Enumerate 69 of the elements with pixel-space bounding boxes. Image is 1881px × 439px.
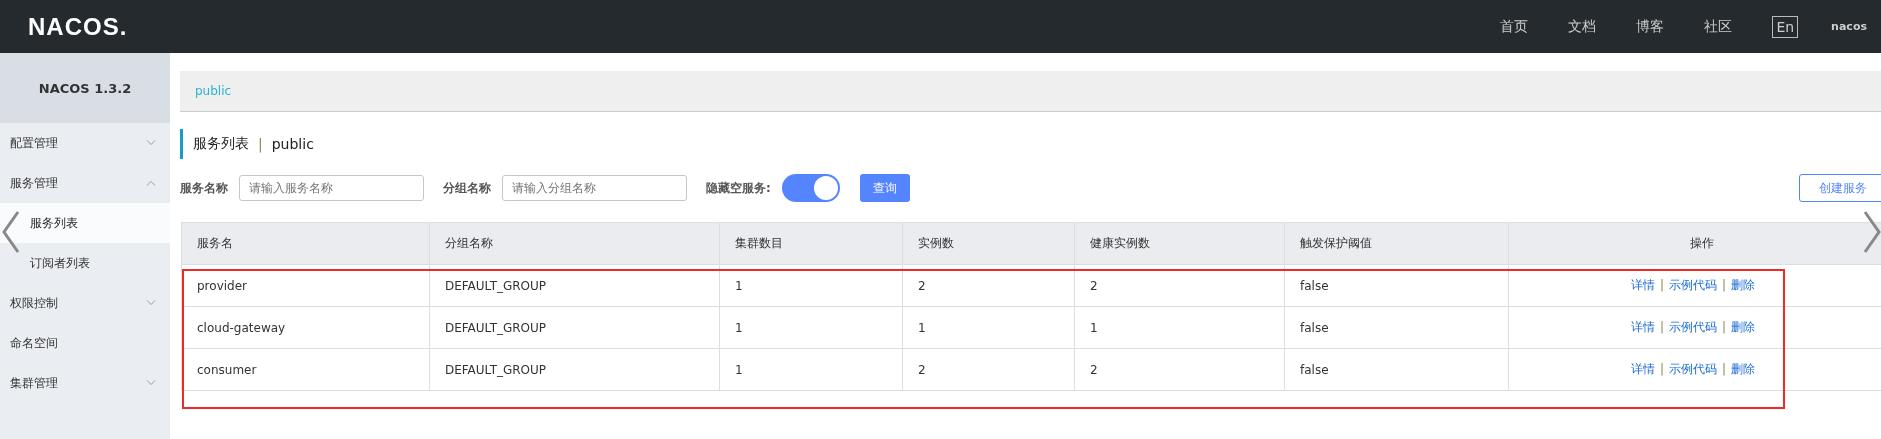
group-name-field[interactable]: 请输入分组名称: [502, 175, 687, 201]
separator: |: [1722, 278, 1727, 292]
sidebar-title: NACOS 1.3.2: [0, 53, 170, 123]
table-cell: DEFAULT_GROUP: [429, 306, 720, 349]
hide-empty-label: 隐藏空服务:: [706, 179, 771, 197]
table-cell: false: [1284, 264, 1509, 307]
chevron-icon: [146, 300, 156, 306]
language-button[interactable]: En: [1772, 15, 1799, 38]
separator: |: [1722, 362, 1727, 376]
table-cell: 2: [902, 348, 1075, 391]
action-link[interactable]: 详情: [1631, 320, 1655, 334]
separator: |: [1660, 320, 1665, 334]
action-link[interactable]: 删除: [1731, 362, 1756, 376]
table-cell: 1: [1074, 306, 1285, 349]
action-link[interactable]: 示例代码: [1669, 320, 1718, 334]
nav-link[interactable]: 首页: [1500, 17, 1529, 36]
logo[interactable]: NACOS.: [28, 12, 128, 41]
action-link[interactable]: 删除: [1731, 320, 1756, 334]
nav-link[interactable]: 文档: [1568, 17, 1597, 36]
separator: |: [1660, 362, 1665, 376]
column-header: 服务名: [181, 222, 430, 265]
chevron-icon: [146, 180, 156, 186]
table-cell: provider: [181, 264, 430, 307]
service-name-label: 服务名称: [180, 179, 228, 197]
table-cell: 1: [719, 264, 903, 307]
column-header: 操作: [1508, 222, 1881, 265]
column-header: 健康实例数: [1074, 222, 1285, 265]
separator: |: [1722, 320, 1727, 334]
sidebar-item[interactable]: 集群管理: [0, 363, 170, 403]
sidebar-item[interactable]: 配置管理: [0, 123, 170, 163]
sidebar-item[interactable]: 权限控制: [0, 283, 170, 323]
table-cell: DEFAULT_GROUP: [429, 348, 720, 391]
action-link[interactable]: 示例代码: [1669, 362, 1718, 376]
action-link[interactable]: 示例代码: [1669, 278, 1718, 292]
table-cell: 2: [1074, 264, 1285, 307]
table-cell: false: [1284, 306, 1509, 349]
table-cell: 1: [719, 306, 903, 349]
chevron-icon: [146, 140, 156, 146]
sidebar-subitem[interactable]: 服务列表: [0, 203, 170, 243]
sidebar-item[interactable]: 服务管理: [0, 163, 170, 203]
column-header: 集群数目: [719, 222, 903, 265]
group-name-label: 分组名称: [443, 179, 491, 197]
column-header: 分组名称: [429, 222, 720, 265]
action-link[interactable]: 详情: [1631, 362, 1655, 376]
create-service-button[interactable]: 创建服务: [1799, 174, 1881, 202]
sidebar-subitem[interactable]: 订阅者列表: [0, 243, 170, 283]
action-link[interactable]: 详情: [1631, 278, 1655, 292]
page-title: 服务列表 | public: [180, 129, 314, 159]
nav-link[interactable]: 博客: [1636, 17, 1665, 36]
column-header: 触发保护阈值: [1284, 222, 1509, 265]
table-cell: cloud-gateway: [181, 306, 430, 349]
table-cell: 1: [719, 348, 903, 391]
table-cell: consumer: [181, 348, 430, 391]
chevron-left-icon[interactable]: [2, 210, 20, 254]
table-cell: 2: [1074, 348, 1285, 391]
toggle-switch[interactable]: [781, 174, 840, 202]
sidebar-item[interactable]: 命名空间: [0, 323, 170, 363]
table-cell: 1: [902, 306, 1075, 349]
separator: |: [1660, 278, 1665, 292]
service-name-field[interactable]: 请输入服务名称: [239, 175, 424, 201]
table-cell: 2: [902, 264, 1075, 307]
chevron-right-icon[interactable]: [1863, 210, 1881, 254]
table-cell: DEFAULT_GROUP: [429, 264, 720, 307]
chevron-icon: [146, 380, 156, 386]
nav-link[interactable]: 社区: [1704, 17, 1733, 36]
user-name[interactable]: nacos: [1831, 20, 1867, 33]
table-cell: false: [1284, 348, 1509, 391]
column-header: 实例数: [902, 222, 1075, 265]
action-link[interactable]: 删除: [1731, 278, 1756, 292]
